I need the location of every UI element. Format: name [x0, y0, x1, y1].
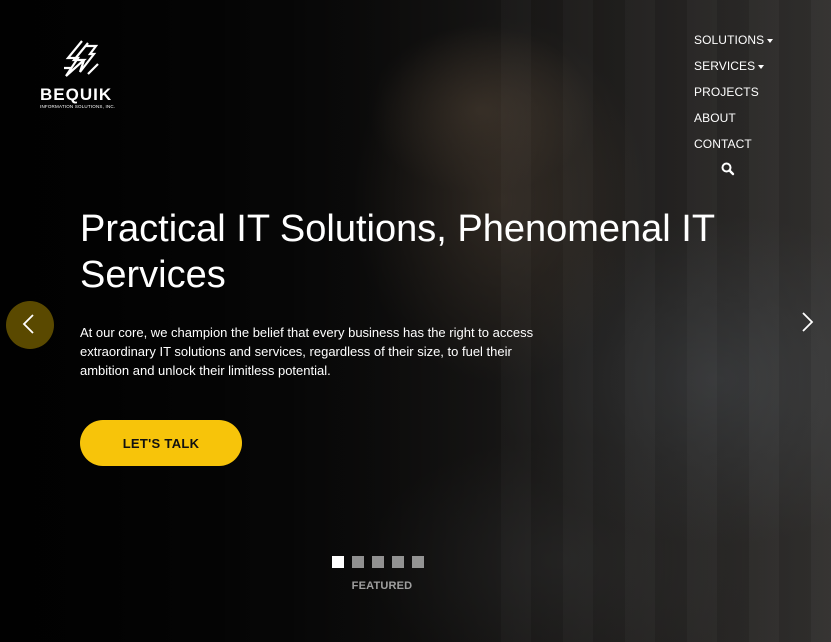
- carousel-next-button[interactable]: [790, 301, 828, 345]
- chevron-left-icon: [22, 314, 34, 334]
- nav-item-label: SOLUTIONS: [694, 33, 765, 47]
- caret-down-icon: [767, 38, 774, 43]
- brand-tagline: INFORMATION SOLUTIONS, INC.: [40, 104, 116, 109]
- carousel-indicator-3[interactable]: [372, 556, 384, 568]
- carousel-indicator-2[interactable]: [352, 556, 364, 568]
- carousel-caption: FEATURED: [351, 580, 413, 592]
- search-icon[interactable]: [720, 161, 736, 177]
- hero-banner: BEQUIK INFORMATION SOLUTIONS, INC. SOLUT…: [0, 0, 831, 642]
- carousel-indicators: [332, 556, 432, 568]
- nav-item-services[interactable]: SERVICES: [694, 56, 804, 82]
- nav-item-projects[interactable]: PROJECTS: [694, 82, 804, 108]
- nav-item-label: CONTACT: [694, 137, 752, 151]
- main-nav: SOLUTIONS SERVICES PROJECTS ABOUT CONTAC…: [694, 30, 804, 160]
- caret-down-icon: [758, 64, 765, 69]
- nav-item-label: SERVICES: [694, 59, 756, 73]
- lets-talk-button[interactable]: LET'S TALK: [80, 420, 242, 466]
- carousel-prev-button[interactable]: [6, 301, 54, 349]
- nav-item-about[interactable]: ABOUT: [694, 108, 804, 134]
- hero-headline: Practical IT Solutions, Phenomenal IT Se…: [80, 208, 715, 296]
- nav-item-label: PROJECTS: [694, 85, 759, 99]
- chevron-right-icon: [802, 312, 814, 332]
- carousel-indicator-4[interactable]: [392, 556, 404, 568]
- nav-item-solutions[interactable]: SOLUTIONS: [694, 30, 804, 56]
- carousel-indicator-1[interactable]: [332, 556, 344, 568]
- hero-subtext: At our core, we champion the belief that…: [80, 325, 534, 378]
- carousel-indicator-5[interactable]: [412, 556, 424, 568]
- brand-name: BEQUIK: [40, 85, 113, 104]
- nav-item-contact[interactable]: CONTACT: [694, 134, 804, 160]
- company-logo[interactable]: BEQUIK INFORMATION SOLUTIONS, INC.: [40, 38, 120, 110]
- logo-mark-icon: [64, 40, 99, 77]
- nav-item-label: ABOUT: [694, 111, 736, 125]
